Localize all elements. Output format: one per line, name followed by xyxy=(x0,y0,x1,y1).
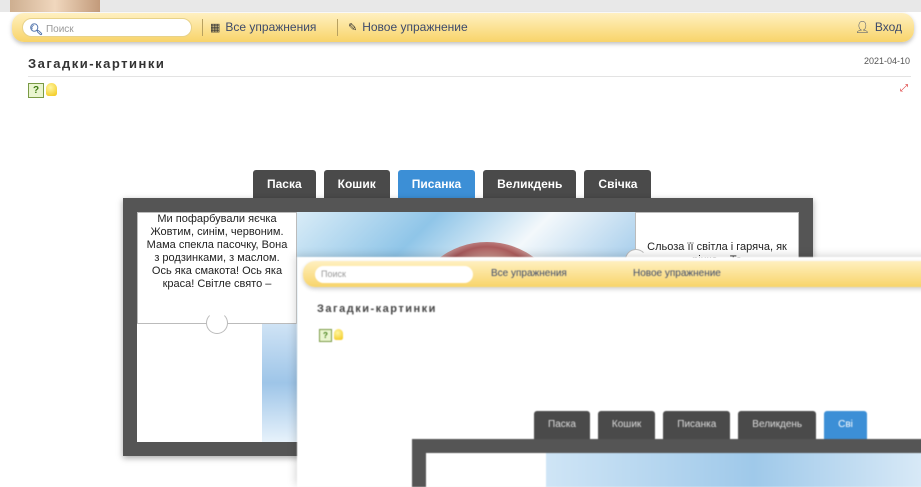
nav-divider xyxy=(202,19,203,36)
overlay-search-input[interactable]: Поиск xyxy=(315,266,473,283)
overlay-puzzle-area xyxy=(426,453,921,487)
nav-divider xyxy=(337,19,338,36)
new-exercise-label: Новое упражнение xyxy=(362,20,468,34)
page-title: Загадки-картинки xyxy=(28,56,166,71)
search-input[interactable]: 🔍︎ Поиск xyxy=(22,18,192,37)
puzzle-text-piece-left[interactable]: Ми пофарбували яєчка Жовтим, синім, черв… xyxy=(137,212,297,334)
login-link[interactable]: 👤︎ Вход xyxy=(855,20,902,34)
user-icon: 👤︎ xyxy=(854,20,870,34)
overlay-tab-koshyk[interactable]: Кошик xyxy=(597,411,656,439)
top-strip xyxy=(0,0,921,12)
overlay-hint-bulb-icon[interactable] xyxy=(334,329,343,340)
tab-koshyk[interactable]: Кошик xyxy=(323,170,390,198)
overlay-puzzle-board xyxy=(412,439,921,487)
overlay-page-title: Загадки-картинки xyxy=(317,303,437,315)
overlay-tab-pysanka[interactable]: Писанка xyxy=(663,411,731,439)
header-image xyxy=(10,0,100,12)
overlay-exercise-tools: ? xyxy=(319,329,343,342)
overlay-new-exercise-link[interactable]: Новое упражнение xyxy=(633,268,721,279)
overlay-screenshot: Поиск Все упражнения Новое упражнение За… xyxy=(297,257,921,487)
search-placeholder: Поиск xyxy=(45,23,74,35)
puzzle-image-fragment xyxy=(262,324,297,442)
tab-velykden[interactable]: Великдень xyxy=(483,170,577,198)
all-exercises-link[interactable]: ▦ Все упражнения xyxy=(210,20,316,34)
overlay-exercise-tabs: Паска Кошик Писанка Великдень Сві xyxy=(534,411,867,439)
login-label: Вход xyxy=(874,20,902,34)
new-exercise-link[interactable]: ✎ Новое упражнение xyxy=(348,20,468,34)
fullscreen-icon[interactable]: ⤢ xyxy=(899,84,909,94)
navbar: 🔍︎ Поиск ▦ Все упражнения ✎ Новое упражн… xyxy=(12,13,914,42)
pencil-icon: ✎ xyxy=(348,21,358,34)
help-icon[interactable]: ? xyxy=(28,83,44,98)
overlay-help-icon[interactable]: ? xyxy=(319,329,332,342)
tab-pysanka[interactable]: Писанка xyxy=(397,170,476,198)
page-date: 2021-04-10 xyxy=(863,56,910,66)
search-icon: 🔍︎ xyxy=(29,23,43,36)
grid-icon: ▦ xyxy=(210,21,221,34)
tab-paska[interactable]: Паска xyxy=(253,170,316,198)
tab-svichka[interactable]: Свічка xyxy=(584,170,652,198)
all-exercises-label: Все упражнения xyxy=(225,20,317,34)
overlay-navbar: Поиск Все упражнения Новое упражнение xyxy=(303,261,921,287)
exercise-tabs: Паска Кошик Писанка Великдень Свічка xyxy=(253,170,652,198)
exercise-tools: ? xyxy=(28,83,57,98)
overlay-all-exercises-link[interactable]: Все упражнения xyxy=(491,268,567,279)
hint-bulb-icon[interactable] xyxy=(46,83,57,96)
overlay-tab-velykden[interactable]: Великдень xyxy=(738,411,817,439)
title-divider xyxy=(28,76,911,77)
overlay-tab-svichka[interactable]: Сві xyxy=(824,411,867,439)
overlay-tab-paska[interactable]: Паска xyxy=(534,411,590,439)
